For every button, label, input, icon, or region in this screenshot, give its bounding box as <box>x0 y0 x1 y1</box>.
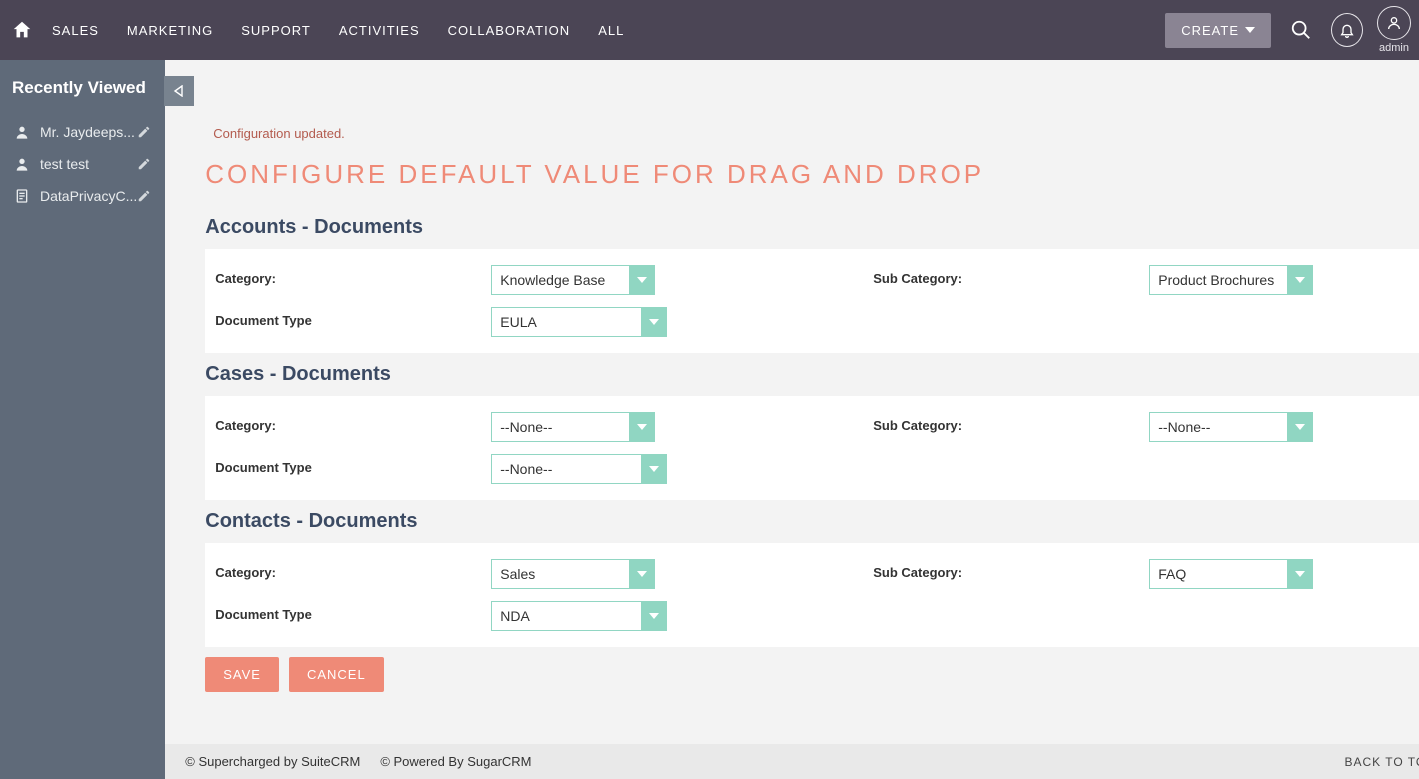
person-icon <box>14 156 30 172</box>
pencil-icon[interactable] <box>137 189 151 203</box>
category-label: Category: <box>215 559 491 589</box>
subcategory-label: Sub Category: <box>873 265 1149 295</box>
back-to-top-label: BACK TO TOP <box>1344 755 1419 769</box>
user-icon <box>1386 15 1402 31</box>
section-title: Contacts - Documents <box>205 510 1419 533</box>
triangle-left-icon <box>173 85 185 97</box>
nav-item-support[interactable]: SUPPORT <box>241 23 311 38</box>
user-label: admin <box>1379 42 1409 54</box>
back-to-top-link[interactable]: BACK TO TOP <box>1344 755 1419 769</box>
section-panel: Category: --None-- Sub Category: --None-… <box>205 396 1419 500</box>
cancel-button[interactable]: CANCEL <box>289 657 384 692</box>
home-icon[interactable] <box>8 16 36 44</box>
footer-credit: © Supercharged by SuiteCRM <box>185 754 360 769</box>
subcategory-select[interactable]: FAQ <box>1149 559 1313 589</box>
nav-menu: SALES MARKETING SUPPORT ACTIVITIES COLLA… <box>52 23 624 38</box>
section-panel: Category: Knowledge Base Sub Category: P… <box>205 249 1419 353</box>
section-panel: Category: Sales Sub Category: FAQ <box>205 543 1419 647</box>
subcategory-select[interactable]: Product Brochures <box>1149 265 1313 295</box>
main: Configuration updated. CONFIGURE DEFAULT… <box>165 60 1419 779</box>
nav-item-activities[interactable]: ACTIVITIES <box>339 23 420 38</box>
collapse-sidebar-button[interactable] <box>164 76 194 106</box>
recent-item[interactable]: DataPrivacyC... <box>12 180 153 212</box>
document-icon <box>14 188 30 204</box>
document-type-select[interactable]: --None-- <box>491 454 667 484</box>
document-type-select[interactable]: EULA <box>491 307 667 337</box>
status-message: Configuration updated. <box>213 126 1419 141</box>
page-title: CONFIGURE DEFAULT VALUE FOR DRAG AND DRO… <box>205 159 1419 190</box>
save-button[interactable]: SAVE <box>205 657 279 692</box>
document-type-label: Document Type <box>215 454 491 484</box>
category-select[interactable]: Knowledge Base <box>491 265 655 295</box>
pencil-icon[interactable] <box>137 125 151 139</box>
document-type-select[interactable]: NDA <box>491 601 667 631</box>
recent-item[interactable]: Mr. Jaydeeps... <box>12 116 153 148</box>
category-label: Category: <box>215 412 491 442</box>
category-select[interactable]: --None-- <box>491 412 655 442</box>
section-title: Cases - Documents <box>205 363 1419 386</box>
user-menu[interactable]: admin <box>1377 6 1411 54</box>
person-icon <box>14 124 30 140</box>
subcategory-label: Sub Category: <box>873 412 1149 442</box>
search-icon[interactable] <box>1285 14 1317 46</box>
create-button[interactable]: CREATE <box>1165 13 1271 48</box>
category-select[interactable]: Sales <box>491 559 655 589</box>
recent-item[interactable]: test test <box>12 148 153 180</box>
nav-item-collaboration[interactable]: COLLABORATION <box>448 23 571 38</box>
create-button-label: CREATE <box>1181 23 1239 38</box>
subcategory-select[interactable]: --None-- <box>1149 412 1313 442</box>
sidebar: Recently Viewed Mr. Jaydeeps... test tes… <box>0 60 165 779</box>
notifications-icon[interactable] <box>1331 14 1363 46</box>
section-title: Accounts - Documents <box>205 216 1419 239</box>
subcategory-label: Sub Category: <box>873 559 1149 589</box>
recent-item-label: test test <box>40 156 89 172</box>
nav-item-marketing[interactable]: MARKETING <box>127 23 213 38</box>
category-label: Category: <box>215 265 491 295</box>
recent-item-label: Mr. Jaydeeps... <box>40 124 135 140</box>
recent-item-label: DataPrivacyC... <box>40 188 137 204</box>
sidebar-heading: Recently Viewed <box>12 78 153 98</box>
footer: © Supercharged by SuiteCRM © Powered By … <box>165 744 1419 779</box>
nav-item-all[interactable]: ALL <box>598 23 624 38</box>
document-type-label: Document Type <box>215 601 491 631</box>
footer-credit: © Powered By SugarCRM <box>380 754 531 769</box>
caret-down-icon <box>1245 27 1255 33</box>
document-type-label: Document Type <box>215 307 491 337</box>
topnav: SALES MARKETING SUPPORT ACTIVITIES COLLA… <box>0 0 1419 60</box>
pencil-icon[interactable] <box>137 157 151 171</box>
nav-item-sales[interactable]: SALES <box>52 23 99 38</box>
